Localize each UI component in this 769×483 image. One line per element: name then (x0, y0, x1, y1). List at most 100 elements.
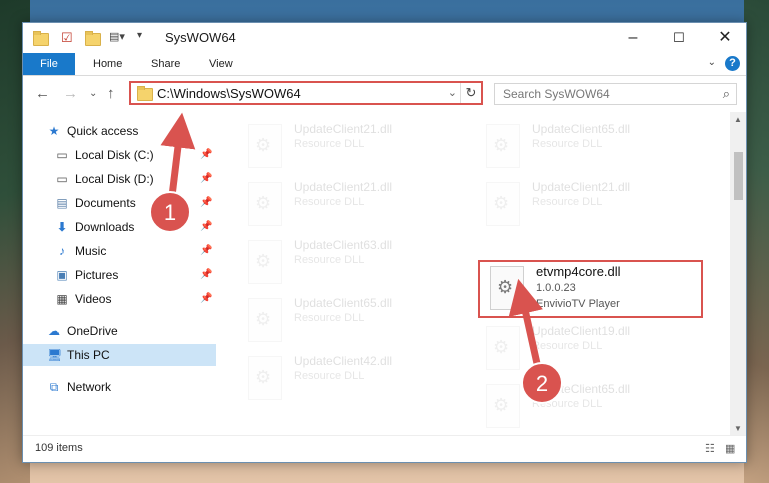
cloud-icon: ☁ (48, 324, 60, 338)
dll-file-icon (248, 356, 282, 400)
file-name: UpdateClient65.dll (532, 382, 631, 396)
nav-quick-access[interactable]: ★ Quick access (23, 120, 216, 142)
nav-onedrive[interactable]: ☁ OneDrive (23, 320, 216, 342)
nav-downloads[interactable]: ⬇ Downloads 📌 (23, 216, 216, 238)
file-name: UpdateClient63.dll (294, 238, 393, 252)
nav-label: OneDrive (67, 324, 118, 338)
dll-file-icon (248, 240, 282, 284)
item-count: 109 items (35, 442, 83, 454)
customize-icon[interactable]: ▤▾ (109, 30, 125, 46)
folder-icon[interactable] (33, 30, 49, 46)
file-item[interactable]: UpdateClient19.dll Resource DLL (476, 320, 701, 378)
pin-icon: 📌 (200, 149, 213, 160)
pin-icon: 📌 (200, 221, 213, 232)
file-name: UpdateClient21.dll (294, 180, 393, 194)
search-placeholder: Search SysWOW64 (503, 87, 610, 101)
file-type: Resource DLL (294, 196, 365, 208)
nav-label: Quick access (67, 124, 139, 138)
file-name: UpdateClient19.dll (532, 324, 631, 338)
toolbar-dropdown-icon[interactable]: ▾ (137, 30, 142, 46)
search-input[interactable]: Search SysWOW64 ⌕ (494, 83, 737, 105)
tab-file[interactable]: File (23, 53, 75, 75)
recent-locations-icon[interactable]: ⌄ (89, 88, 97, 99)
nav-local-disk-d[interactable]: ▭ Local Disk (D:) 📌 (23, 168, 216, 190)
nav-pictures[interactable]: ▣ Pictures 📌 (23, 264, 216, 286)
nav-local-disk-c[interactable]: ▭ Local Disk (C:) 📌 (23, 144, 216, 166)
file-type: Resource DLL (294, 138, 365, 150)
status-bar: 109 items ☷ ▦ (23, 435, 746, 462)
expand-ribbon-icon[interactable]: ⌄ (708, 57, 716, 68)
pin-icon: 📌 (200, 245, 213, 256)
scrollbar-thumb[interactable] (734, 152, 743, 200)
file-item[interactable]: UpdateClient65.dll Resource DLL (238, 292, 463, 350)
nav-label: Downloads (75, 220, 135, 234)
tab-share[interactable]: Share (151, 53, 180, 75)
file-type: Resource DLL (294, 312, 365, 324)
back-button[interactable]: ← (35, 85, 50, 102)
file-item[interactable]: UpdateClient21.dll Resource DLL (238, 176, 463, 234)
address-bar[interactable]: C:\Windows\SysWOW64 ⌄ ↻ (129, 81, 483, 105)
nav-label: Network (67, 380, 112, 394)
tab-view[interactable]: View (209, 53, 233, 75)
file-list: UpdateClient21.dll Resource DLL UpdateCl… (216, 112, 732, 436)
details-view-icon[interactable]: ☷ (705, 442, 715, 455)
dll-file-icon (248, 298, 282, 342)
pin-icon: 📌 (200, 293, 213, 304)
search-icon[interactable]: ⌕ (723, 86, 730, 102)
help-icon[interactable]: ? (725, 56, 740, 71)
file-item[interactable]: UpdateClient42.dll Resource DLL (238, 350, 463, 408)
pin-icon: 📌 (200, 197, 213, 208)
tab-home[interactable]: Home (93, 53, 122, 75)
file-item-etvmp4core[interactable]: etvmp4core.dll 1.0.0.23 EnvivioTV Player (478, 260, 703, 318)
file-type: Resource DLL (532, 196, 603, 208)
network-icon: ⧉ (49, 380, 59, 394)
explorer-window: ☑ ▤▾ ▾ SysWOW64 – ☐ ✕ File Home Share Vi… (22, 22, 747, 463)
pin-icon: 📌 (200, 269, 213, 280)
pin-icon: 📌 (200, 173, 213, 184)
nav-label: Local Disk (D:) (75, 172, 154, 186)
new-folder-icon[interactable] (85, 30, 101, 46)
dll-file-icon (486, 182, 520, 226)
maximize-button[interactable]: ☐ (656, 23, 702, 53)
file-type: Resource DLL (532, 398, 603, 410)
file-type: Resource DLL (294, 370, 365, 382)
minimize-button[interactable]: – (610, 23, 656, 53)
address-dropdown-icon[interactable]: ⌄ (448, 86, 457, 99)
scroll-up-icon[interactable]: ▲ (734, 115, 742, 124)
scroll-down-icon[interactable]: ▼ (734, 424, 742, 433)
address-path[interactable]: C:\Windows\SysWOW64 (157, 86, 301, 101)
up-button[interactable]: ↑ (107, 85, 115, 102)
file-version: 1.0.0.23 (536, 282, 576, 294)
star-icon: ★ (48, 124, 60, 138)
nav-documents[interactable]: ▤ Documents 📌 (23, 192, 216, 214)
pictures-icon: ▣ (56, 268, 68, 282)
properties-icon[interactable]: ☑ (61, 30, 73, 46)
nav-network[interactable]: ⧉ Network (23, 376, 216, 398)
refresh-icon[interactable]: ↻ (460, 83, 481, 103)
file-item[interactable]: UpdateClient65.dll Resource DLL (476, 118, 701, 176)
nav-label: Local Disk (C:) (75, 148, 154, 162)
file-item[interactable]: UpdateClient21.dll Resource DLL (238, 118, 463, 176)
vertical-scrollbar[interactable]: ▲ ▼ (730, 112, 746, 436)
nav-music[interactable]: ♪ Music 📌 (23, 240, 216, 262)
dll-file-icon (486, 384, 520, 428)
file-name: UpdateClient65.dll (294, 296, 393, 310)
large-icons-view-icon[interactable]: ▦ (725, 442, 735, 455)
file-name: UpdateClient21.dll (294, 122, 393, 136)
file-type: Resource DLL (532, 340, 603, 352)
file-type: Resource DLL (294, 254, 365, 266)
file-item[interactable]: UpdateClient65.dll Resource DLL (476, 378, 701, 436)
close-button[interactable]: ✕ (702, 23, 748, 53)
file-item[interactable]: UpdateClient63.dll Resource DLL (238, 234, 463, 292)
nav-label: Music (75, 244, 107, 258)
nav-this-pc[interactable]: 🖥 This PC (23, 344, 216, 366)
drive-icon: ▭ (56, 172, 68, 186)
forward-button[interactable]: → (63, 85, 78, 102)
download-icon: ⬇ (56, 220, 68, 234)
file-type: Resource DLL (532, 138, 603, 150)
nav-videos[interactable]: ▦ Videos 📌 (23, 288, 216, 310)
drive-icon: ▭ (56, 148, 68, 162)
file-name: UpdateClient65.dll (532, 122, 631, 136)
desktop-background-right (744, 0, 769, 483)
file-item[interactable]: UpdateClient21.dll Resource DLL (476, 176, 701, 234)
